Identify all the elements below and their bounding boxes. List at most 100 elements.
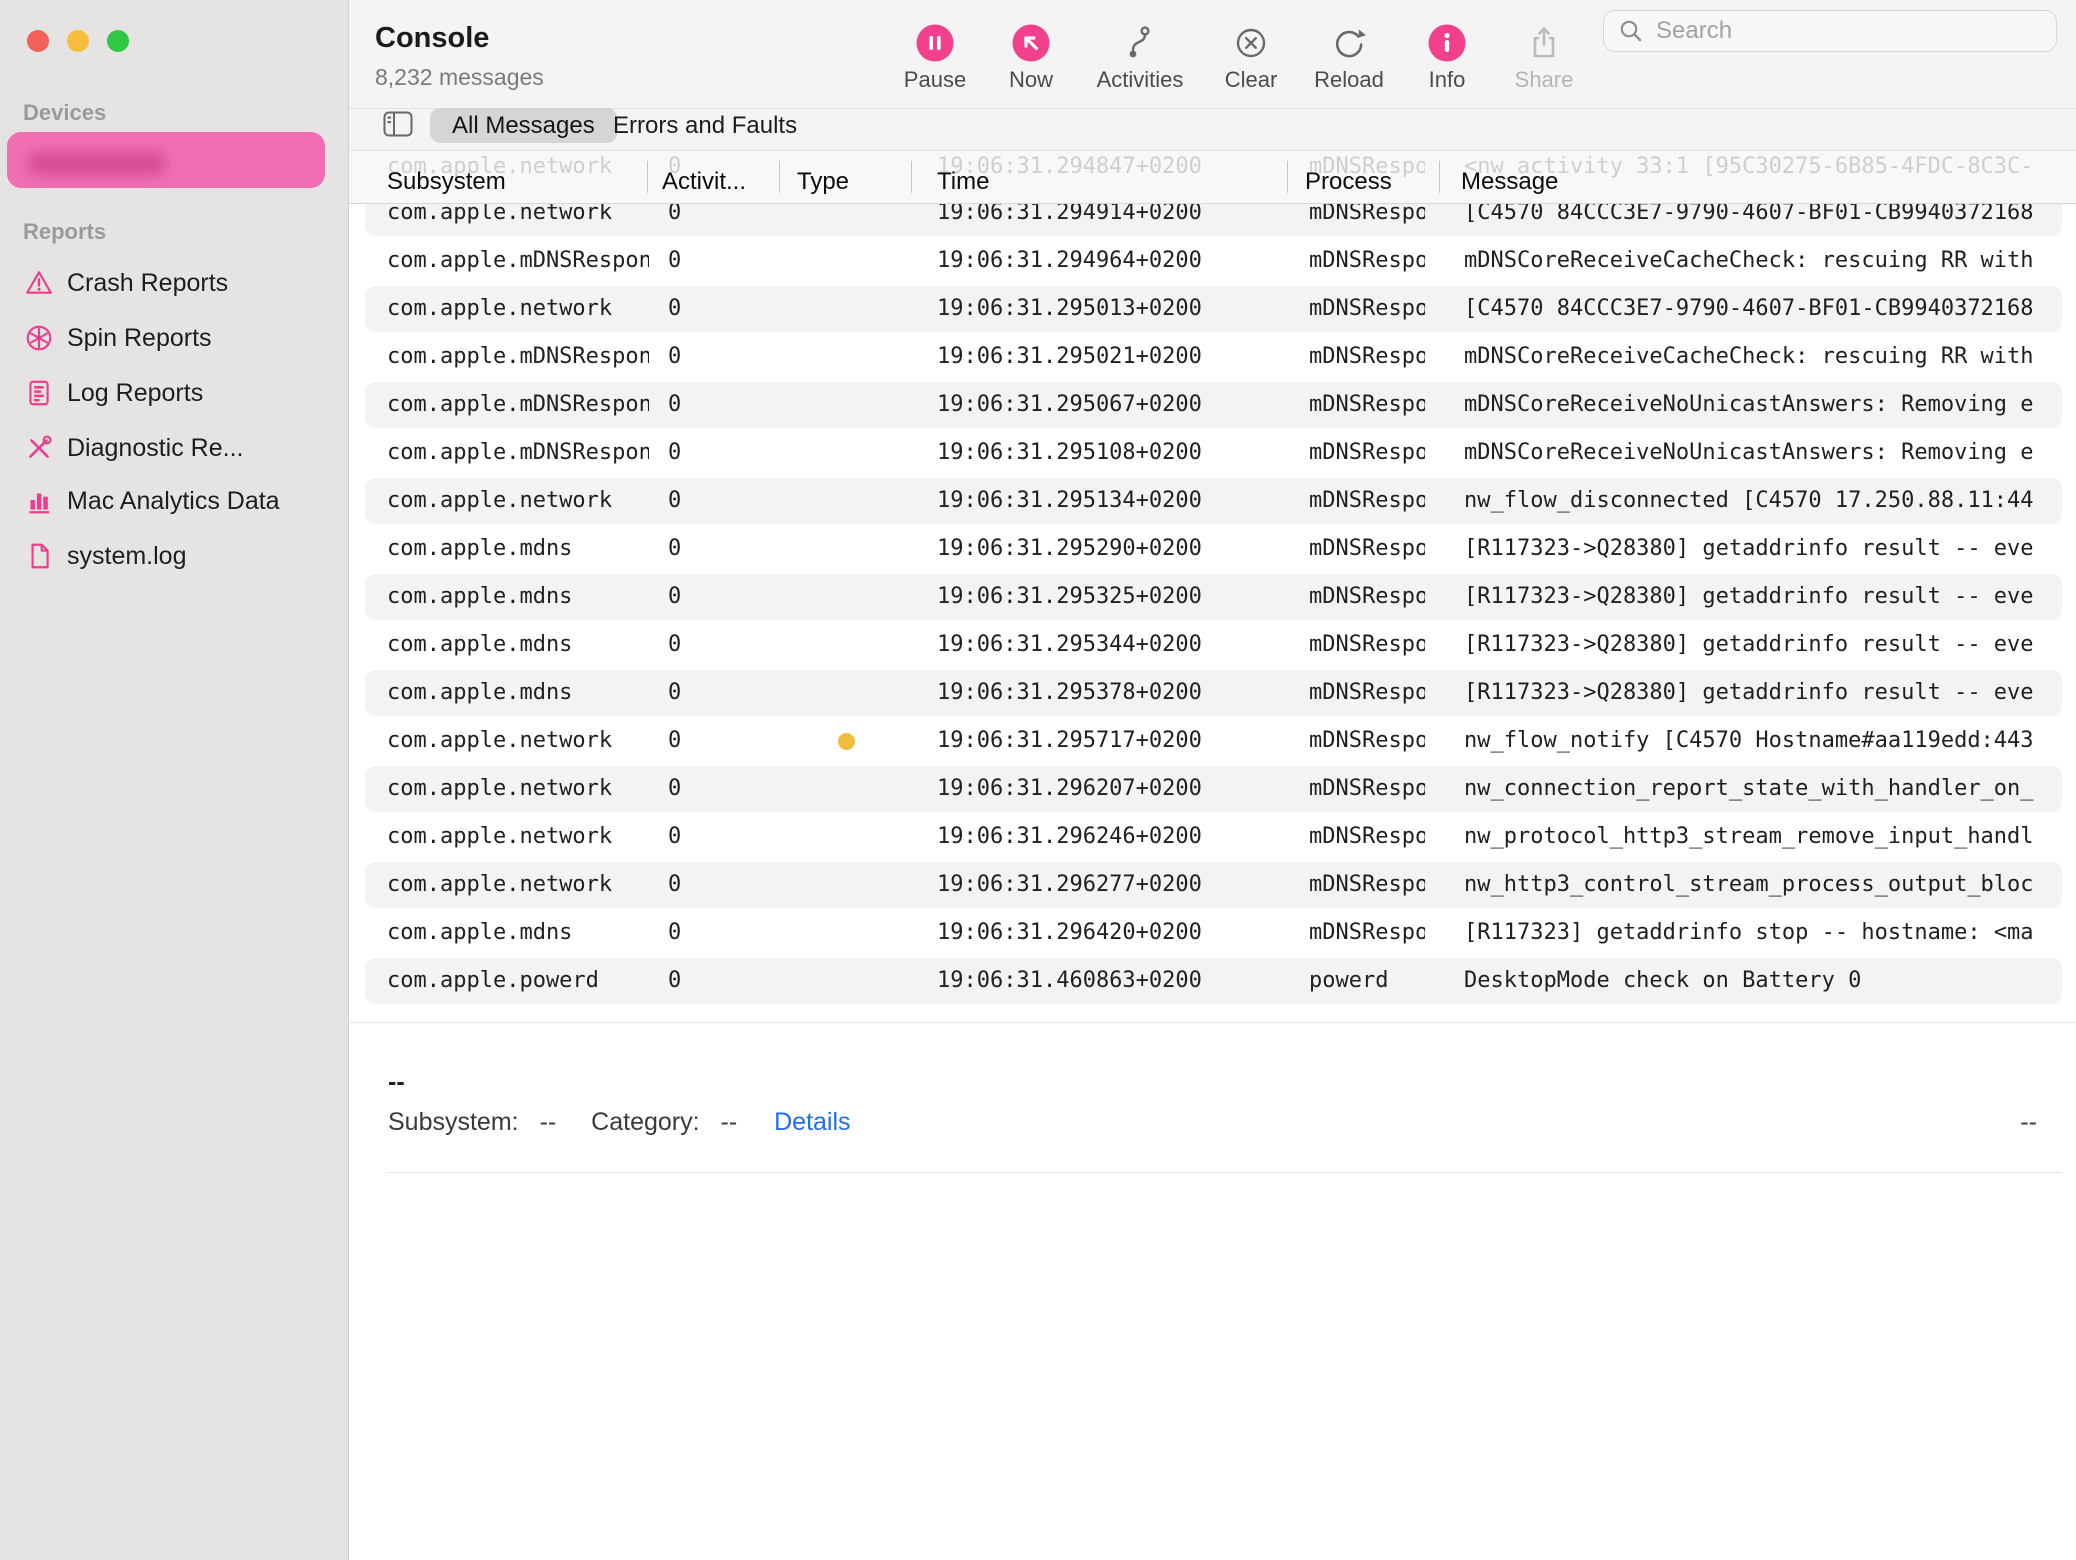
cell-subsystem: com.apple.network bbox=[387, 766, 649, 812]
sidebar-item-system-log[interactable]: system.log bbox=[0, 529, 348, 583]
search-input[interactable] bbox=[1654, 16, 2056, 46]
detail-subsystem-value: -- bbox=[540, 1108, 557, 1136]
cell-activity: 0 bbox=[668, 862, 748, 908]
table-row[interactable]: com.apple.powerd019:06:31.460863+0200pow… bbox=[365, 958, 2062, 1004]
table-row[interactable]: com.apple.mdns019:06:31.295290+0200mDNSR… bbox=[365, 526, 2062, 572]
cell-activity: 0 bbox=[668, 430, 748, 476]
sidebar-item-log-reports[interactable]: Log Reports bbox=[0, 366, 348, 420]
cell-time: 19:06:31.295290+0200 bbox=[937, 526, 1267, 572]
activities-button[interactable]: Activities bbox=[1080, 22, 1200, 93]
table-row[interactable]: com.apple.network019:06:31.296277+0200mD… bbox=[365, 862, 2062, 908]
cell-activity: 0 bbox=[668, 766, 748, 812]
table-row[interactable]: com.apple.network019:06:31.295013+0200mD… bbox=[365, 286, 2062, 332]
table-row[interactable]: com.apple.mDNSResponder019:06:31.295108+… bbox=[365, 430, 2062, 476]
cell-subsystem: com.apple.mdns bbox=[387, 526, 649, 572]
table-row[interactable]: com.apple.network019:06:31.295134+0200mD… bbox=[365, 478, 2062, 524]
column-header-activity[interactable]: Activit... bbox=[662, 168, 746, 196]
log-document-icon bbox=[24, 378, 54, 408]
cell-time: 19:06:31.295134+0200 bbox=[937, 478, 1267, 524]
cell-time: 19:06:31.295067+0200 bbox=[937, 382, 1267, 428]
sidebar-item-crash-reports[interactable]: Crash Reports bbox=[0, 256, 348, 310]
cell-process: mDNSResponder bbox=[1309, 574, 1425, 620]
column-header-subsystem[interactable]: Subsystem bbox=[387, 168, 506, 196]
tools-icon bbox=[24, 433, 54, 463]
column-header-time[interactable]: Time bbox=[937, 168, 989, 196]
column-header-process[interactable]: Process bbox=[1305, 168, 1392, 196]
device-name-redacted bbox=[27, 152, 167, 175]
sidebar-item-selected-device[interactable] bbox=[7, 132, 325, 188]
sidebar-item-mac-analytics-data[interactable]: Mac Analytics Data bbox=[0, 474, 348, 528]
cell-time: 19:06:31.296207+0200 bbox=[937, 766, 1267, 812]
cell-message: mDNSCoreReceiveNoUnicastAnswers: Removin… bbox=[1464, 430, 2058, 476]
minimize-window-button[interactable] bbox=[67, 30, 89, 52]
sidebar-item-label: Mac Analytics Data bbox=[67, 487, 280, 516]
sidebar-item-label: Log Reports bbox=[67, 379, 203, 408]
cell-time: 19:06:31.295013+0200 bbox=[937, 286, 1267, 332]
now-button[interactable]: Now bbox=[971, 22, 1091, 93]
scrolled-ghost-row: com.apple.network 0 19:06:31.294847+0200… bbox=[349, 154, 2076, 184]
cell-time: 19:06:31.296420+0200 bbox=[937, 910, 1267, 956]
table-row[interactable]: com.apple.network019:06:31.296246+0200mD… bbox=[365, 814, 2062, 860]
cell-activity: 0 bbox=[668, 910, 748, 956]
detail-divider bbox=[388, 1172, 2062, 1173]
sidebar-item-label: Diagnostic Re... bbox=[67, 434, 243, 463]
cell-message: mDNSCoreReceiveCacheCheck: rescuing RR w… bbox=[1464, 334, 2058, 380]
table-row[interactable]: com.apple.network019:06:31.294914+0200mD… bbox=[365, 204, 2062, 236]
cell-message: [R117323->Q28380] getaddrinfo result -- … bbox=[1464, 526, 2058, 572]
cell-process: mDNSResponder bbox=[1309, 478, 1425, 524]
cell-message: [C4570 84CCC3E7-9790-4607-BF01-CB9940372… bbox=[1464, 286, 2058, 332]
table-row[interactable]: com.apple.mdns019:06:31.295325+0200mDNSR… bbox=[365, 574, 2062, 620]
detail-right-value: -- bbox=[2020, 1108, 2037, 1137]
column-divider[interactable] bbox=[1287, 161, 1288, 193]
table-row[interactable]: com.apple.mdns019:06:31.296420+0200mDNSR… bbox=[365, 910, 2062, 956]
sidebar-toggle-icon[interactable] bbox=[383, 111, 413, 137]
now-label: Now bbox=[971, 67, 1091, 93]
cell-message: nw_connection_report_state_with_handler_… bbox=[1464, 766, 2058, 812]
table-row[interactable]: com.apple.mdns019:06:31.295378+0200mDNSR… bbox=[365, 670, 2062, 716]
cell-activity: 0 bbox=[668, 238, 748, 284]
cell-process: mDNSResponder bbox=[1309, 718, 1425, 764]
cell-subsystem: com.apple.mDNSResponder bbox=[387, 382, 649, 428]
cell-time: 19:06:31.460863+0200 bbox=[937, 958, 1267, 1004]
table-row[interactable]: com.apple.mDNSResponder019:06:31.294964+… bbox=[365, 238, 2062, 284]
cell-activity: 0 bbox=[668, 574, 748, 620]
cell-message: nw_flow_disconnected [C4570 17.250.88.11… bbox=[1464, 478, 2058, 524]
cell-process: mDNSResponder bbox=[1309, 766, 1425, 812]
cell-message: mDNSCoreReceiveNoUnicastAnswers: Removin… bbox=[1464, 382, 2058, 428]
details-link[interactable]: Details bbox=[774, 1108, 850, 1136]
table-row[interactable]: com.apple.mDNSResponder019:06:31.295067+… bbox=[365, 382, 2062, 428]
activities-path-icon bbox=[1080, 22, 1200, 64]
sidebar-item-spin-reports[interactable]: Spin Reports bbox=[0, 311, 348, 365]
cell-subsystem: com.apple.mDNSResponder bbox=[387, 238, 649, 284]
table-row[interactable]: com.apple.mdns019:06:31.295344+0200mDNSR… bbox=[365, 622, 2062, 668]
table-row[interactable]: com.apple.network019:06:31.295717+0200mD… bbox=[365, 718, 2062, 764]
column-header-type[interactable]: Type bbox=[797, 168, 849, 196]
column-divider[interactable] bbox=[911, 161, 912, 193]
cell-time: 19:06:31.295325+0200 bbox=[937, 574, 1267, 620]
activities-label: Activities bbox=[1080, 67, 1200, 93]
cell-message: [C4570 84CCC3E7-9790-4607-BF01-CB9940372… bbox=[1464, 204, 2058, 236]
cell-subsystem: com.apple.network bbox=[387, 718, 649, 764]
sidebar: Devices Reports Crash Reports Spin Repor… bbox=[0, 0, 349, 1560]
sidebar-section-reports: Reports bbox=[23, 219, 106, 245]
main-pane: Console 8,232 messages Pause Now Activit… bbox=[349, 0, 2076, 1560]
table-row[interactable]: com.apple.network 0 19:06:31.296207+0200 mD… bbox=[365, 766, 2062, 812]
sidebar-item-diagnostic-reports[interactable]: Diagnostic Re... bbox=[0, 421, 348, 475]
cell-message: DesktopMode check on Battery 0 bbox=[1464, 958, 2058, 1004]
column-divider[interactable] bbox=[647, 161, 648, 193]
tab-errors-and-faults[interactable]: Errors and Faults bbox=[613, 108, 797, 143]
tab-all-messages[interactable]: All Messages bbox=[430, 108, 617, 143]
column-header-message[interactable]: Message bbox=[1461, 168, 1558, 196]
column-divider[interactable] bbox=[779, 161, 780, 193]
zoom-window-button[interactable] bbox=[107, 30, 129, 52]
table-bottom-divider bbox=[349, 1022, 2076, 1023]
column-divider[interactable] bbox=[1439, 161, 1440, 193]
cell-process: mDNSResponder bbox=[1309, 286, 1425, 332]
cell-subsystem: com.apple.mdns bbox=[387, 622, 649, 668]
cell-subsystem: com.apple.mdns bbox=[387, 670, 649, 716]
warning-triangle-icon bbox=[24, 268, 54, 298]
table-row[interactable]: com.apple.mDNSResponder019:06:31.295021+… bbox=[365, 334, 2062, 380]
search-field[interactable] bbox=[1603, 10, 2057, 52]
cell-subsystem: com.apple.mdns bbox=[387, 910, 649, 956]
close-window-button[interactable] bbox=[27, 30, 49, 52]
